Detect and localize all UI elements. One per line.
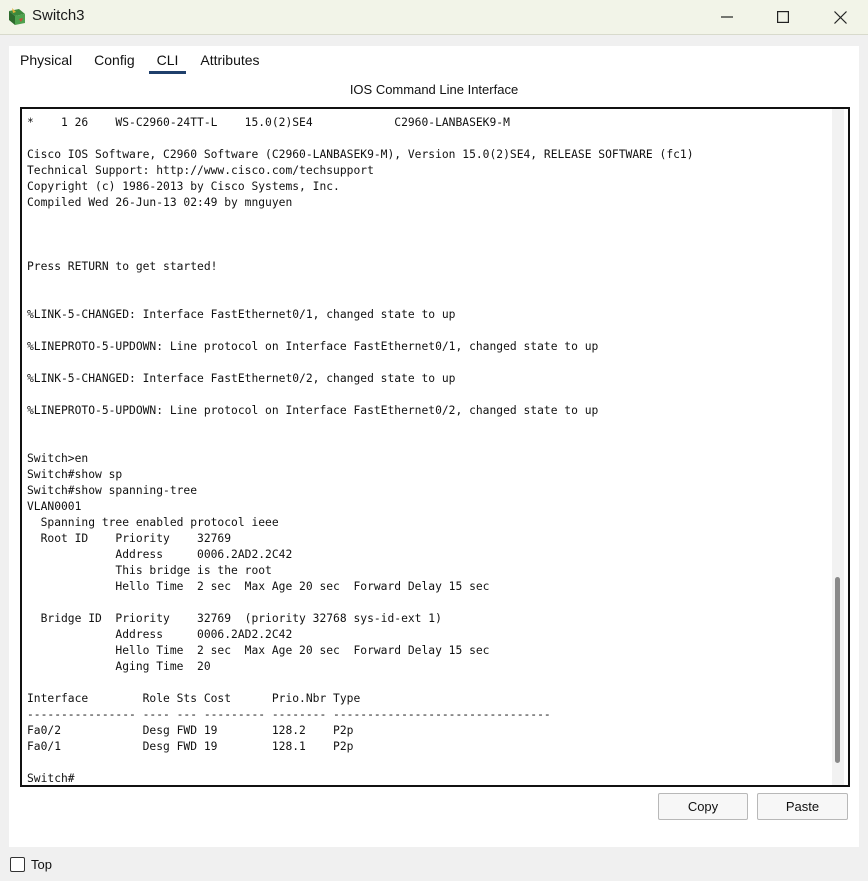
minimize-button[interactable] xyxy=(699,0,755,34)
cli-terminal[interactable]: * 1 26 WS-C2960-24TT-L 15.0(2)SE4 C2960-… xyxy=(20,107,850,787)
tab-physical[interactable]: Physical xyxy=(9,46,84,74)
copy-button[interactable]: Copy xyxy=(658,793,748,820)
window-titlebar: Switch3 xyxy=(0,0,868,35)
maximize-button[interactable] xyxy=(755,0,811,34)
minimize-icon xyxy=(721,16,733,18)
tab-cli[interactable]: CLI xyxy=(145,46,190,74)
paste-button[interactable]: Paste xyxy=(757,793,848,820)
terminal-scrollbar[interactable] xyxy=(832,109,844,785)
window-title: Switch3 xyxy=(32,7,85,24)
tab-attributes[interactable]: Attributes xyxy=(189,46,271,74)
top-checkbox[interactable] xyxy=(10,856,25,872)
switch-app-icon xyxy=(9,8,25,25)
top-checkbox-label: Top xyxy=(31,856,52,872)
close-button[interactable] xyxy=(812,0,868,34)
close-icon xyxy=(833,10,847,24)
scrollbar-thumb[interactable] xyxy=(835,577,840,763)
tab-config[interactable]: Config xyxy=(83,46,146,74)
maximize-icon xyxy=(777,11,789,23)
terminal-output[interactable]: * 1 26 WS-C2960-24TT-L 15.0(2)SE4 C2960-… xyxy=(27,115,830,785)
tab-bar: Physical Config CLI Attributes xyxy=(9,46,271,74)
top-checkbox-row[interactable]: Top xyxy=(10,855,52,873)
panel-title: IOS Command Line Interface xyxy=(349,82,519,97)
